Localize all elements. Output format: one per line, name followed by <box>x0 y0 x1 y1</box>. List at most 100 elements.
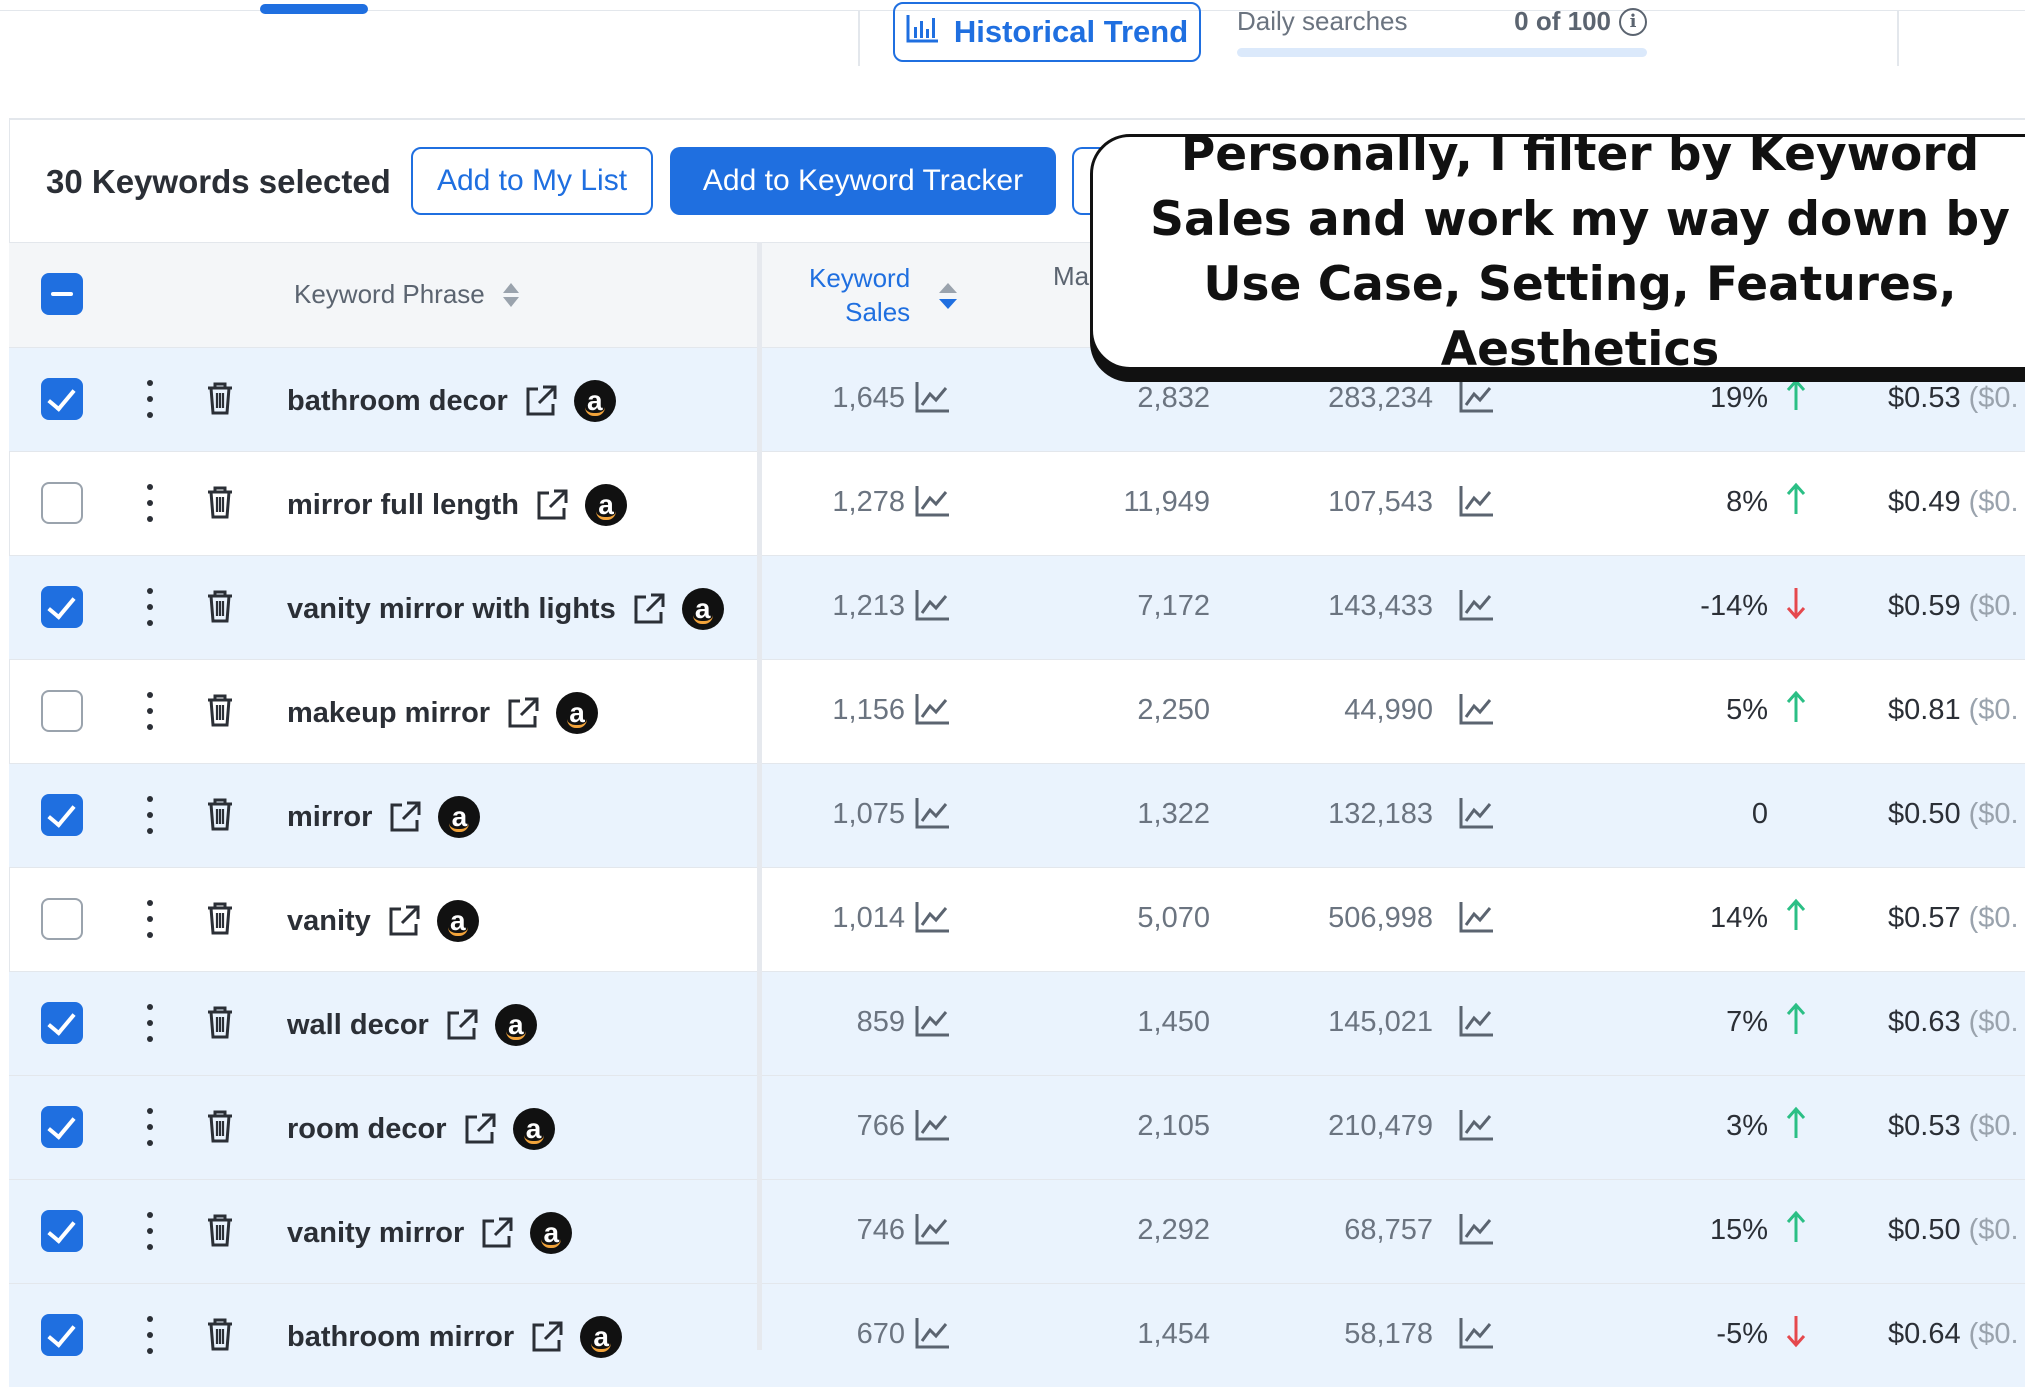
external-link-icon[interactable] <box>530 1320 564 1354</box>
select-all-checkbox[interactable] <box>41 273 83 315</box>
row-checkbox[interactable] <box>41 794 83 836</box>
table-row[interactable]: vanity a 1,014 5,070 506,998 14% $0.57 (… <box>9 867 2025 971</box>
line-chart-icon[interactable] <box>915 692 951 726</box>
external-link-icon[interactable] <box>388 800 422 834</box>
trash-icon[interactable] <box>205 1108 235 1144</box>
external-link-icon[interactable] <box>506 696 540 730</box>
line-chart-icon[interactable] <box>915 380 951 414</box>
kebab-menu-icon[interactable] <box>146 588 154 626</box>
external-link-icon[interactable] <box>535 488 569 522</box>
keyword-phrase[interactable]: vanity <box>287 905 371 938</box>
trash-icon[interactable] <box>205 380 235 416</box>
add-to-my-list-button[interactable]: Add to My List <box>411 147 653 215</box>
row-checkbox[interactable] <box>41 898 83 940</box>
trash-icon[interactable] <box>205 1212 235 1248</box>
line-chart-icon[interactable] <box>1459 796 1495 830</box>
amazon-logo-icon[interactable]: a <box>436 900 479 942</box>
keyword-phrase[interactable]: mirror <box>287 801 372 834</box>
keyword-phrase[interactable]: room decor <box>287 1113 447 1146</box>
line-chart-icon[interactable] <box>915 1316 951 1350</box>
trash-icon[interactable] <box>205 796 235 832</box>
kebab-menu-icon[interactable] <box>146 1212 154 1250</box>
line-chart-icon[interactable] <box>1459 1212 1495 1246</box>
line-chart-icon[interactable] <box>1459 1004 1495 1038</box>
table-row[interactable]: wall decor a 859 1,450 145,021 7% $0.63 … <box>9 971 2025 1075</box>
table-row[interactable]: vanity mirror a 746 2,292 68,757 15% $0.… <box>9 1179 2025 1283</box>
amazon-logo-icon[interactable]: a <box>530 1212 573 1254</box>
amazon-logo-icon[interactable]: a <box>585 484 627 526</box>
trash-icon[interactable] <box>205 484 235 520</box>
kebab-menu-icon[interactable] <box>146 900 154 938</box>
table-row[interactable]: makeup mirror a 1,156 2,250 44,990 5% $0… <box>9 659 2025 763</box>
external-link-icon[interactable] <box>480 1216 514 1250</box>
trash-icon[interactable] <box>205 588 235 624</box>
line-chart-icon[interactable] <box>915 588 951 622</box>
keyword-sales-header[interactable]: Keyword Sales <box>809 261 910 329</box>
row-checkbox[interactable] <box>41 1002 83 1044</box>
line-chart-icon[interactable] <box>1459 380 1495 414</box>
price-value: $0.57 ($0. <box>1888 902 2019 934</box>
external-link-icon[interactable] <box>524 384 558 418</box>
external-link-icon[interactable] <box>445 1008 479 1042</box>
keyword-phrase[interactable]: vanity mirror with lights <box>287 593 616 626</box>
trash-icon[interactable] <box>205 1316 235 1352</box>
line-chart-icon[interactable] <box>1459 692 1495 726</box>
amazon-logo-icon[interactable]: a <box>580 1316 623 1358</box>
row-checkbox[interactable] <box>41 586 83 628</box>
keyword-phrase-header[interactable]: Keyword Phrase <box>294 279 521 310</box>
sort-icon[interactable] <box>937 281 959 311</box>
external-link-icon[interactable] <box>463 1112 497 1146</box>
amazon-logo-icon[interactable]: a <box>512 1108 555 1150</box>
line-chart-icon[interactable] <box>915 900 951 934</box>
kebab-menu-icon[interactable] <box>146 796 154 834</box>
line-chart-icon[interactable] <box>1459 1108 1495 1142</box>
keyword-phrase[interactable]: mirror full length <box>287 489 519 522</box>
trash-icon[interactable] <box>205 692 235 728</box>
external-link-icon[interactable] <box>387 904 421 938</box>
line-chart-icon[interactable] <box>915 1212 951 1246</box>
external-link-icon[interactable] <box>632 592 666 626</box>
table-row[interactable]: room decor a 766 2,105 210,479 3% $0.53 … <box>9 1075 2025 1179</box>
keyword-phrase[interactable]: bathroom decor <box>287 385 508 418</box>
table-row[interactable]: bathroom mirror a 670 1,454 58,178 -5% $… <box>9 1283 2025 1387</box>
row-checkbox[interactable] <box>41 1106 83 1148</box>
keyword-phrase[interactable]: makeup mirror <box>287 697 490 730</box>
amazon-logo-icon[interactable]: a <box>681 588 724 630</box>
column-3-value: 2,105 <box>1137 1110 1210 1142</box>
line-chart-icon[interactable] <box>1459 900 1495 934</box>
table-row[interactable]: mirror full length a 1,278 11,949 107,54… <box>9 451 2025 555</box>
trash-icon[interactable] <box>205 1004 235 1040</box>
line-chart-icon[interactable] <box>1459 588 1495 622</box>
amazon-logo-icon[interactable]: a <box>556 692 599 734</box>
column-3-value: 2,292 <box>1137 1214 1210 1246</box>
trash-icon[interactable] <box>205 900 235 936</box>
kebab-menu-icon[interactable] <box>146 1316 154 1354</box>
kebab-menu-icon[interactable] <box>146 1108 154 1146</box>
kebab-menu-icon[interactable] <box>146 1004 154 1042</box>
kebab-menu-icon[interactable] <box>146 380 154 418</box>
kebab-menu-icon[interactable] <box>146 692 154 730</box>
info-icon[interactable]: i <box>1619 7 1647 36</box>
line-chart-icon[interactable] <box>1459 1316 1495 1350</box>
line-chart-icon[interactable] <box>915 1108 951 1142</box>
keyword-phrase[interactable]: vanity mirror <box>287 1217 464 1250</box>
line-chart-icon[interactable] <box>915 1004 951 1038</box>
keyword-phrase[interactable]: bathroom mirror <box>287 1321 514 1354</box>
line-chart-icon[interactable] <box>915 796 951 830</box>
row-checkbox[interactable] <box>41 482 83 524</box>
partial-column-header[interactable]: Ma <box>1053 261 1089 292</box>
table-row[interactable]: mirror a 1,075 1,322 132,183 0 $0.50 ($0… <box>9 763 2025 867</box>
row-checkbox[interactable] <box>41 1210 83 1252</box>
line-chart-icon[interactable] <box>915 484 951 518</box>
amazon-logo-icon[interactable]: a <box>494 1004 537 1046</box>
row-checkbox[interactable] <box>41 690 83 732</box>
amazon-logo-icon[interactable]: a <box>438 796 481 838</box>
add-to-keyword-tracker-button[interactable]: Add to Keyword Tracker <box>670 147 1056 215</box>
table-row[interactable]: vanity mirror with lights a 1,213 7,172 … <box>9 555 2025 659</box>
kebab-menu-icon[interactable] <box>146 484 154 522</box>
row-checkbox[interactable] <box>41 378 83 420</box>
line-chart-icon[interactable] <box>1459 484 1495 518</box>
historical-trend-button[interactable]: Historical Trend <box>893 2 1201 62</box>
amazon-logo-icon[interactable]: a <box>573 380 616 422</box>
keyword-phrase[interactable]: wall decor <box>287 1009 429 1042</box>
